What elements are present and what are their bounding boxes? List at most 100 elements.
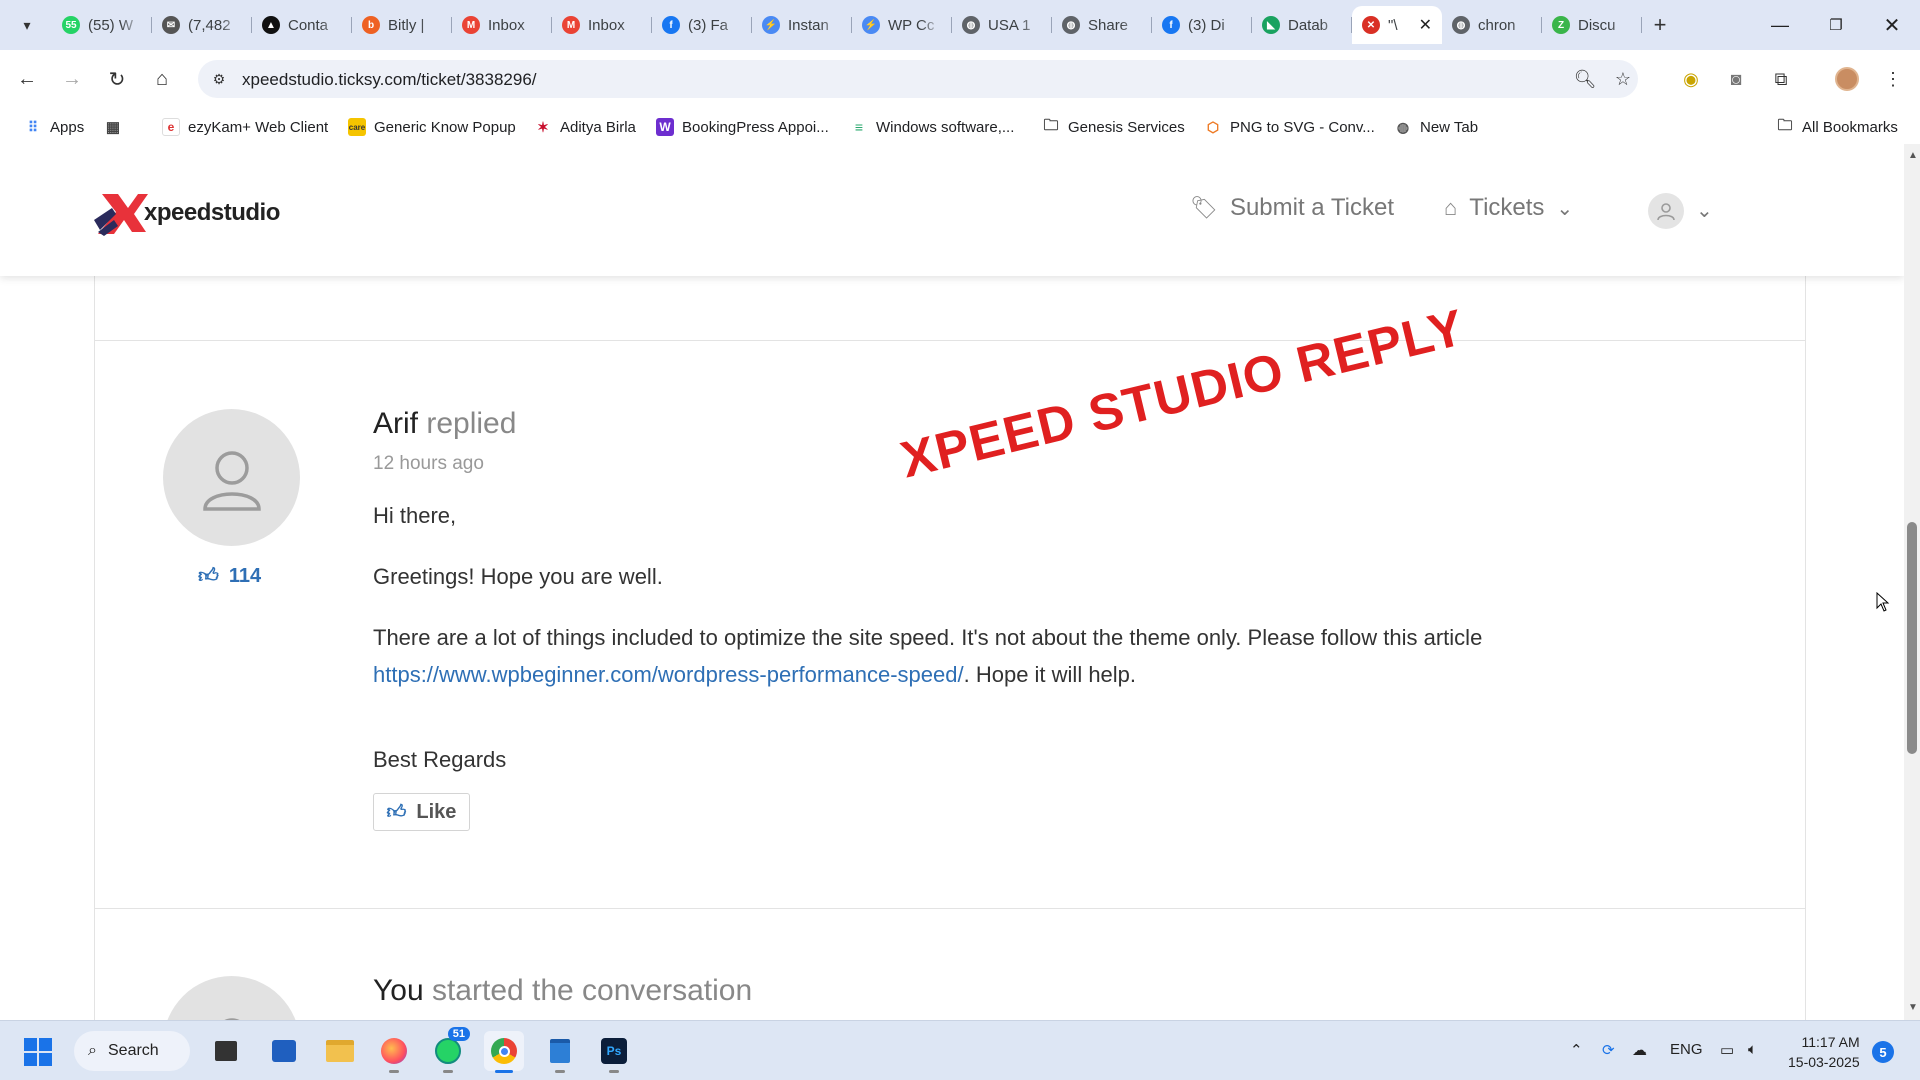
tickets-menu[interactable]: ⌂ Tickets ⌄	[1444, 194, 1573, 222]
extension-grey-icon[interactable]: ◙	[1721, 64, 1751, 94]
bookmark-label: PNG to SVG - Conv...	[1230, 118, 1375, 136]
taskbar-search[interactable]: ⌕ Search	[74, 1031, 190, 1071]
bookmark-genesis-services[interactable]: 🗀 Genesis Services	[1042, 116, 1184, 138]
browser-tab[interactable]: f (3) Fa	[652, 6, 752, 44]
apps-grid-icon: ⠿	[27, 118, 39, 135]
site-info-icon[interactable]: ⚙	[208, 68, 230, 90]
browser-tab[interactable]: b Bitly |	[352, 6, 452, 44]
menu-kebab-icon[interactable]: ⋮	[1878, 64, 1908, 94]
url-text[interactable]: xpeedstudio.ticksy.com/ticket/3838296/	[242, 70, 537, 90]
bookmark-generic-know-popup[interactable]: care Generic Know Popup	[348, 116, 516, 138]
task-view-icon[interactable]	[206, 1031, 246, 1071]
browser-tab[interactable]: ◍ Share	[1052, 6, 1152, 44]
home-icon[interactable]: ⌂	[147, 64, 177, 94]
firefox-icon[interactable]	[374, 1031, 414, 1073]
bookmark-all-bookmarks[interactable]: 🗀 All Bookmarks	[1776, 116, 1897, 138]
photoshop-icon[interactable]: Ps	[594, 1031, 634, 1073]
browser-tab[interactable]: ✉ (7,482	[152, 6, 252, 44]
scroll-up-icon[interactable]: ▲	[1908, 150, 1918, 161]
notepad-icon[interactable]	[540, 1031, 580, 1073]
browser-tab[interactable]: M Inbox	[452, 6, 552, 44]
back-icon[interactable]: ←	[12, 64, 42, 94]
language-indicator[interactable]: ENG	[1670, 1041, 1703, 1058]
article-link[interactable]: https://www.wpbeginner.com/wordpress-per…	[373, 662, 964, 687]
scrollbar-thumb[interactable]	[1907, 522, 1917, 754]
chrome-icon[interactable]	[484, 1031, 524, 1073]
notification-badge[interactable]: 5	[1872, 1041, 1894, 1063]
profile-avatar-icon[interactable]	[1832, 64, 1862, 94]
tray-chevron-up-icon[interactable]: ⌃	[1570, 1041, 1583, 1059]
browser-tab[interactable]: ◍ USA 1	[952, 6, 1052, 44]
mouse-cursor-icon	[1876, 592, 1890, 612]
reload-icon[interactable]: ↻	[102, 64, 132, 94]
bookmark-star-icon[interactable]: ☆	[1610, 66, 1636, 92]
tab-title: (55) W	[88, 16, 133, 34]
bookmark-label: Generic Know Popup	[374, 118, 516, 136]
site-logo[interactable]: xpeedstudio	[94, 190, 280, 236]
whatsapp-icon[interactable]: 51	[428, 1027, 470, 1073]
browser-tab[interactable]: ⚡ Instan	[752, 6, 852, 44]
like-button[interactable]: 👍︎ Like	[373, 793, 470, 831]
cloud-network-icon[interactable]: ☁	[1632, 1041, 1647, 1059]
xpeedstudio-logo-icon	[94, 194, 148, 236]
zoom-icon[interactable]: 🔍︎	[1572, 66, 1598, 92]
minimize-icon[interactable]: —	[1752, 0, 1808, 50]
bookmark-tab-groups[interactable]: ▦	[104, 116, 130, 138]
system-clock[interactable]: 11:17 AM 15-03-2025	[1788, 1032, 1860, 1072]
bookmark-new-tab[interactable]: ◍ New Tab	[1394, 116, 1478, 138]
address-bar[interactable]: ⚙ xpeedstudio.ticksy.com/ticket/3838296/…	[198, 60, 1638, 98]
bookmark-label: Apps	[50, 118, 85, 136]
bookmark-ezykam[interactable]: e ezyKam+ Web Client	[162, 116, 328, 138]
tab-favicon-icon: ◍	[1452, 16, 1470, 34]
clock-date: 15-03-2025	[1788, 1054, 1860, 1070]
browser-tab[interactable]: 55 (55) W	[52, 6, 152, 44]
page-scrollbar[interactable]: ▲ ▼	[1904, 144, 1920, 1020]
windows-start-icon[interactable]	[24, 1038, 52, 1066]
bookmark-bookingpress[interactable]: W BookingPress Appoi...	[656, 116, 829, 138]
sync-icon[interactable]: ⟳	[1602, 1041, 1615, 1059]
user-silhouette-icon	[223, 1017, 240, 1020]
browser-tab[interactable]: ⚡ WP Cc	[852, 6, 952, 44]
close-window-icon[interactable]: ✕	[1864, 0, 1920, 50]
submit-ticket-link[interactable]: 🏷︎ Submit a Ticket	[1190, 194, 1394, 222]
tab-favicon-icon: Z	[1552, 16, 1570, 34]
browser-tab[interactable]: f (3) Di	[1152, 6, 1252, 44]
reply-like-count: 👍︎ 114	[198, 564, 261, 588]
bookmark-windows-software[interactable]: ≡ Windows software,...	[850, 116, 1014, 138]
tab-close-icon[interactable]: ✕	[1419, 15, 1432, 35]
restore-icon[interactable]: ❐	[1808, 0, 1864, 50]
tab-title: Instan	[788, 16, 829, 34]
tab-favicon-icon: b	[362, 16, 380, 34]
browser-tab[interactable]: ◣ Datab	[1252, 6, 1352, 44]
browser-tab[interactable]: ✕ "\ ✕	[1352, 6, 1442, 44]
browser-tab[interactable]: M Inbox	[552, 6, 652, 44]
volume-icon[interactable]: 🔈︎	[1748, 1041, 1757, 1058]
user-menu-chevron[interactable]: ⌄	[1696, 198, 1713, 223]
store-icon[interactable]	[264, 1031, 304, 1071]
tab-list: 55 (55) W ✉ (7,482 ▲ Conta b Bitly | M Inbox M Inbo…	[52, 6, 1678, 44]
scroll-down-icon[interactable]: ▼	[1908, 1002, 1918, 1013]
forward-icon[interactable]: →	[57, 64, 87, 94]
extensions-puzzle-icon[interactable]: ⧉	[1766, 64, 1796, 94]
taskbar-search-label: Search	[108, 1042, 159, 1059]
reply-greeting: Hi there,	[373, 503, 457, 528]
new-tab-icon[interactable]: +	[1642, 6, 1678, 44]
browser-tab[interactable]: Z Discu	[1542, 6, 1642, 44]
file-explorer-icon[interactable]	[320, 1031, 360, 1071]
bookmark-aditya-birla[interactable]: ✶ Aditya Birla	[534, 116, 636, 138]
bookmark-label: BookingPress Appoi...	[682, 118, 829, 136]
running-indicator	[609, 1070, 619, 1073]
reply-author-line: Arif replied	[373, 407, 516, 441]
display-icon[interactable]: ▭	[1720, 1041, 1734, 1059]
bookmark-label: Aditya Birla	[560, 118, 636, 136]
tab-favicon-icon: ◍	[962, 16, 980, 34]
bookmark-png-to-svg[interactable]: ⬡ PNG to SVG - Conv...	[1204, 116, 1375, 138]
tab-favicon-icon: M	[462, 16, 480, 34]
user-silhouette-icon	[202, 450, 261, 511]
tab-search-chevron-icon[interactable]: ▾	[12, 10, 42, 40]
browser-tab[interactable]: ◍ chron	[1442, 6, 1542, 44]
browser-tab[interactable]: ▲ Conta	[252, 6, 352, 44]
extension-yellow-icon[interactable]: ◉	[1676, 64, 1706, 94]
user-menu-avatar[interactable]	[1648, 193, 1684, 229]
bookmark-apps[interactable]: ⠿ Apps	[24, 116, 84, 138]
